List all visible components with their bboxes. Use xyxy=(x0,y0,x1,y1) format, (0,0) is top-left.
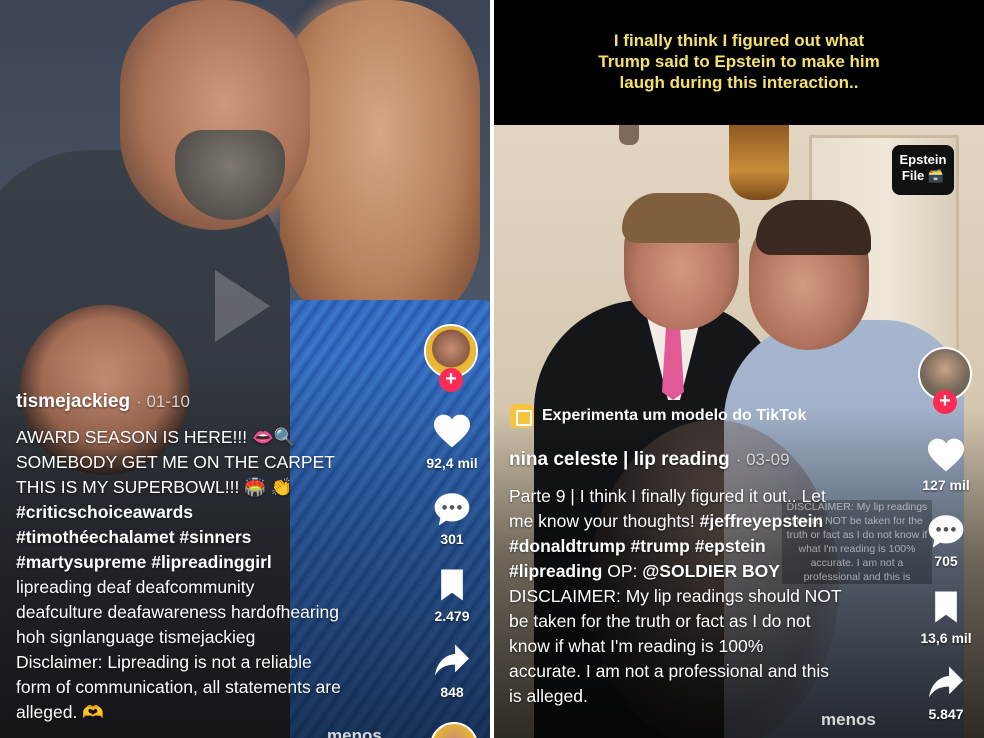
like-count: 127 mil xyxy=(922,477,970,493)
description-line: accurate. I am not a professional and th… xyxy=(509,659,889,684)
save-count: 2.479 xyxy=(434,608,470,624)
description-line: AWARD SEASON IS HERE!!! 👄🔍 xyxy=(16,427,296,447)
video-description[interactable]: Parte 9 | I think I finally figured it o… xyxy=(509,484,889,709)
description-line: alleged. 🫶 xyxy=(16,702,104,722)
description-line: Disclaimer: Lipreading is not a reliable xyxy=(16,652,312,672)
hashtag-link[interactable]: #donaldtrump #trump #epstein xyxy=(509,536,766,556)
hashtag-link[interactable]: @SOLDIER BOY xyxy=(642,561,780,581)
video-subject-left-hair xyxy=(622,193,740,243)
template-ad-banner[interactable]: Experimenta um modelo do TikTok xyxy=(510,402,806,430)
description-text: | I think I finally figured it out.. Let xyxy=(565,486,826,506)
description-line: hoh signlanguage tismejackieg xyxy=(16,627,256,647)
description-line: lipreading deaf deafcommunity xyxy=(16,577,255,597)
description-text: is alleged. xyxy=(509,686,588,706)
ad-banner-text[interactable]: Experimenta um modelo do TikTok xyxy=(542,407,806,424)
save-count: 13,6 mil xyxy=(920,630,972,646)
username-text[interactable]: tismejackieg xyxy=(16,391,130,412)
background-lamp xyxy=(729,125,789,200)
description-text: Parte 9 xyxy=(509,486,566,506)
comment-bubble-icon[interactable] xyxy=(925,512,967,552)
share-arrow-icon[interactable] xyxy=(926,665,966,701)
video-subject-woman xyxy=(280,0,480,330)
description-text: DISCLAIMER: My lip readings should NOT xyxy=(509,586,842,606)
follow-plus-button[interactable]: + xyxy=(439,368,463,392)
description-line: be taken for the truth or fact as I do n… xyxy=(509,609,889,634)
post-date: · 01-10 xyxy=(136,392,190,411)
like-count: 92,4 mil xyxy=(426,455,478,471)
bookmark-icon[interactable] xyxy=(436,568,468,604)
comment-count: 705 xyxy=(934,553,958,569)
follow-plus-button[interactable]: + xyxy=(933,390,957,414)
description-text: accurate. I am not a professional and th… xyxy=(509,661,830,681)
description-text: be taken for the truth or fact as I do n… xyxy=(509,611,811,631)
heart-icon[interactable] xyxy=(925,437,967,477)
hashtag-link[interactable]: #lipreading xyxy=(509,561,602,581)
left-video-panel[interactable]: tismejackieg · 01-10 AWARD SEASON IS HERE… xyxy=(0,0,490,738)
description-line: deafculture deafawareness hardofhearing xyxy=(16,602,339,622)
description-line: SOMEBODY GET ME ON THE CARPET xyxy=(16,452,335,472)
description-line: is alleged. xyxy=(509,684,889,709)
video-caption: I finally think I figured out what Trump… xyxy=(598,31,880,92)
description-line[interactable]: #martysupreme #lipreadinggirl xyxy=(16,550,416,575)
description-line: me know your thoughts! #jeffreyepstein xyxy=(509,509,889,534)
description-line: form of communication, all statements ar… xyxy=(16,677,341,697)
description-text: OP: xyxy=(602,561,643,581)
author-username[interactable]: nina celeste | lip reading · 03-09 xyxy=(509,449,790,471)
description-text: know if what I'm reading is 100% xyxy=(509,636,764,656)
description-line: know if what I'm reading is 100% xyxy=(509,634,889,659)
description-line[interactable]: #criticschoiceawards xyxy=(16,500,416,525)
video-description[interactable]: AWARD SEASON IS HERE!!! 👄🔍 SOMEBODY GET M… xyxy=(16,425,416,725)
description-line: Parte 9 | I think I finally figured it o… xyxy=(509,484,889,509)
template-icon xyxy=(510,403,534,428)
hashtag-link[interactable]: #jeffreyepstein xyxy=(700,511,824,531)
less-toggle[interactable]: menos xyxy=(327,726,382,738)
description-line[interactable]: #timothéechalamet #sinners xyxy=(16,525,416,550)
play-icon[interactable] xyxy=(215,270,270,342)
video-subject-right-hair xyxy=(756,200,871,255)
comment-bubble-icon[interactable] xyxy=(431,490,473,530)
comment-count: 301 xyxy=(440,531,464,547)
description-line: DISCLAIMER: My lip readings should NOT xyxy=(509,584,889,609)
share-count: 848 xyxy=(440,684,464,700)
epstein-file-badge: Epstein File 🗃️ xyxy=(892,145,954,195)
right-video-panel[interactable]: I finally think I figured out what Trump… xyxy=(494,0,984,738)
post-date: · 03-09 xyxy=(735,450,790,469)
author-username[interactable]: tismejackieg · 01-10 xyxy=(16,391,190,413)
share-arrow-icon[interactable] xyxy=(432,643,472,679)
share-count: 5.847 xyxy=(928,706,964,722)
heart-icon[interactable] xyxy=(431,413,473,453)
background-fixture xyxy=(619,125,639,145)
less-toggle[interactable]: menos xyxy=(821,710,876,730)
description-line: #lipreading OP: @SOLDIER BOY xyxy=(509,559,889,584)
description-line: #donaldtrump #trump #epstein xyxy=(509,534,889,559)
username-text[interactable]: nina celeste | lip reading xyxy=(509,449,730,470)
description-line: THIS IS MY SUPERBOWL!!! 🏟️ 👏 xyxy=(16,477,293,497)
bookmark-icon[interactable] xyxy=(930,590,962,626)
description-text: me know your thoughts! xyxy=(509,511,700,531)
